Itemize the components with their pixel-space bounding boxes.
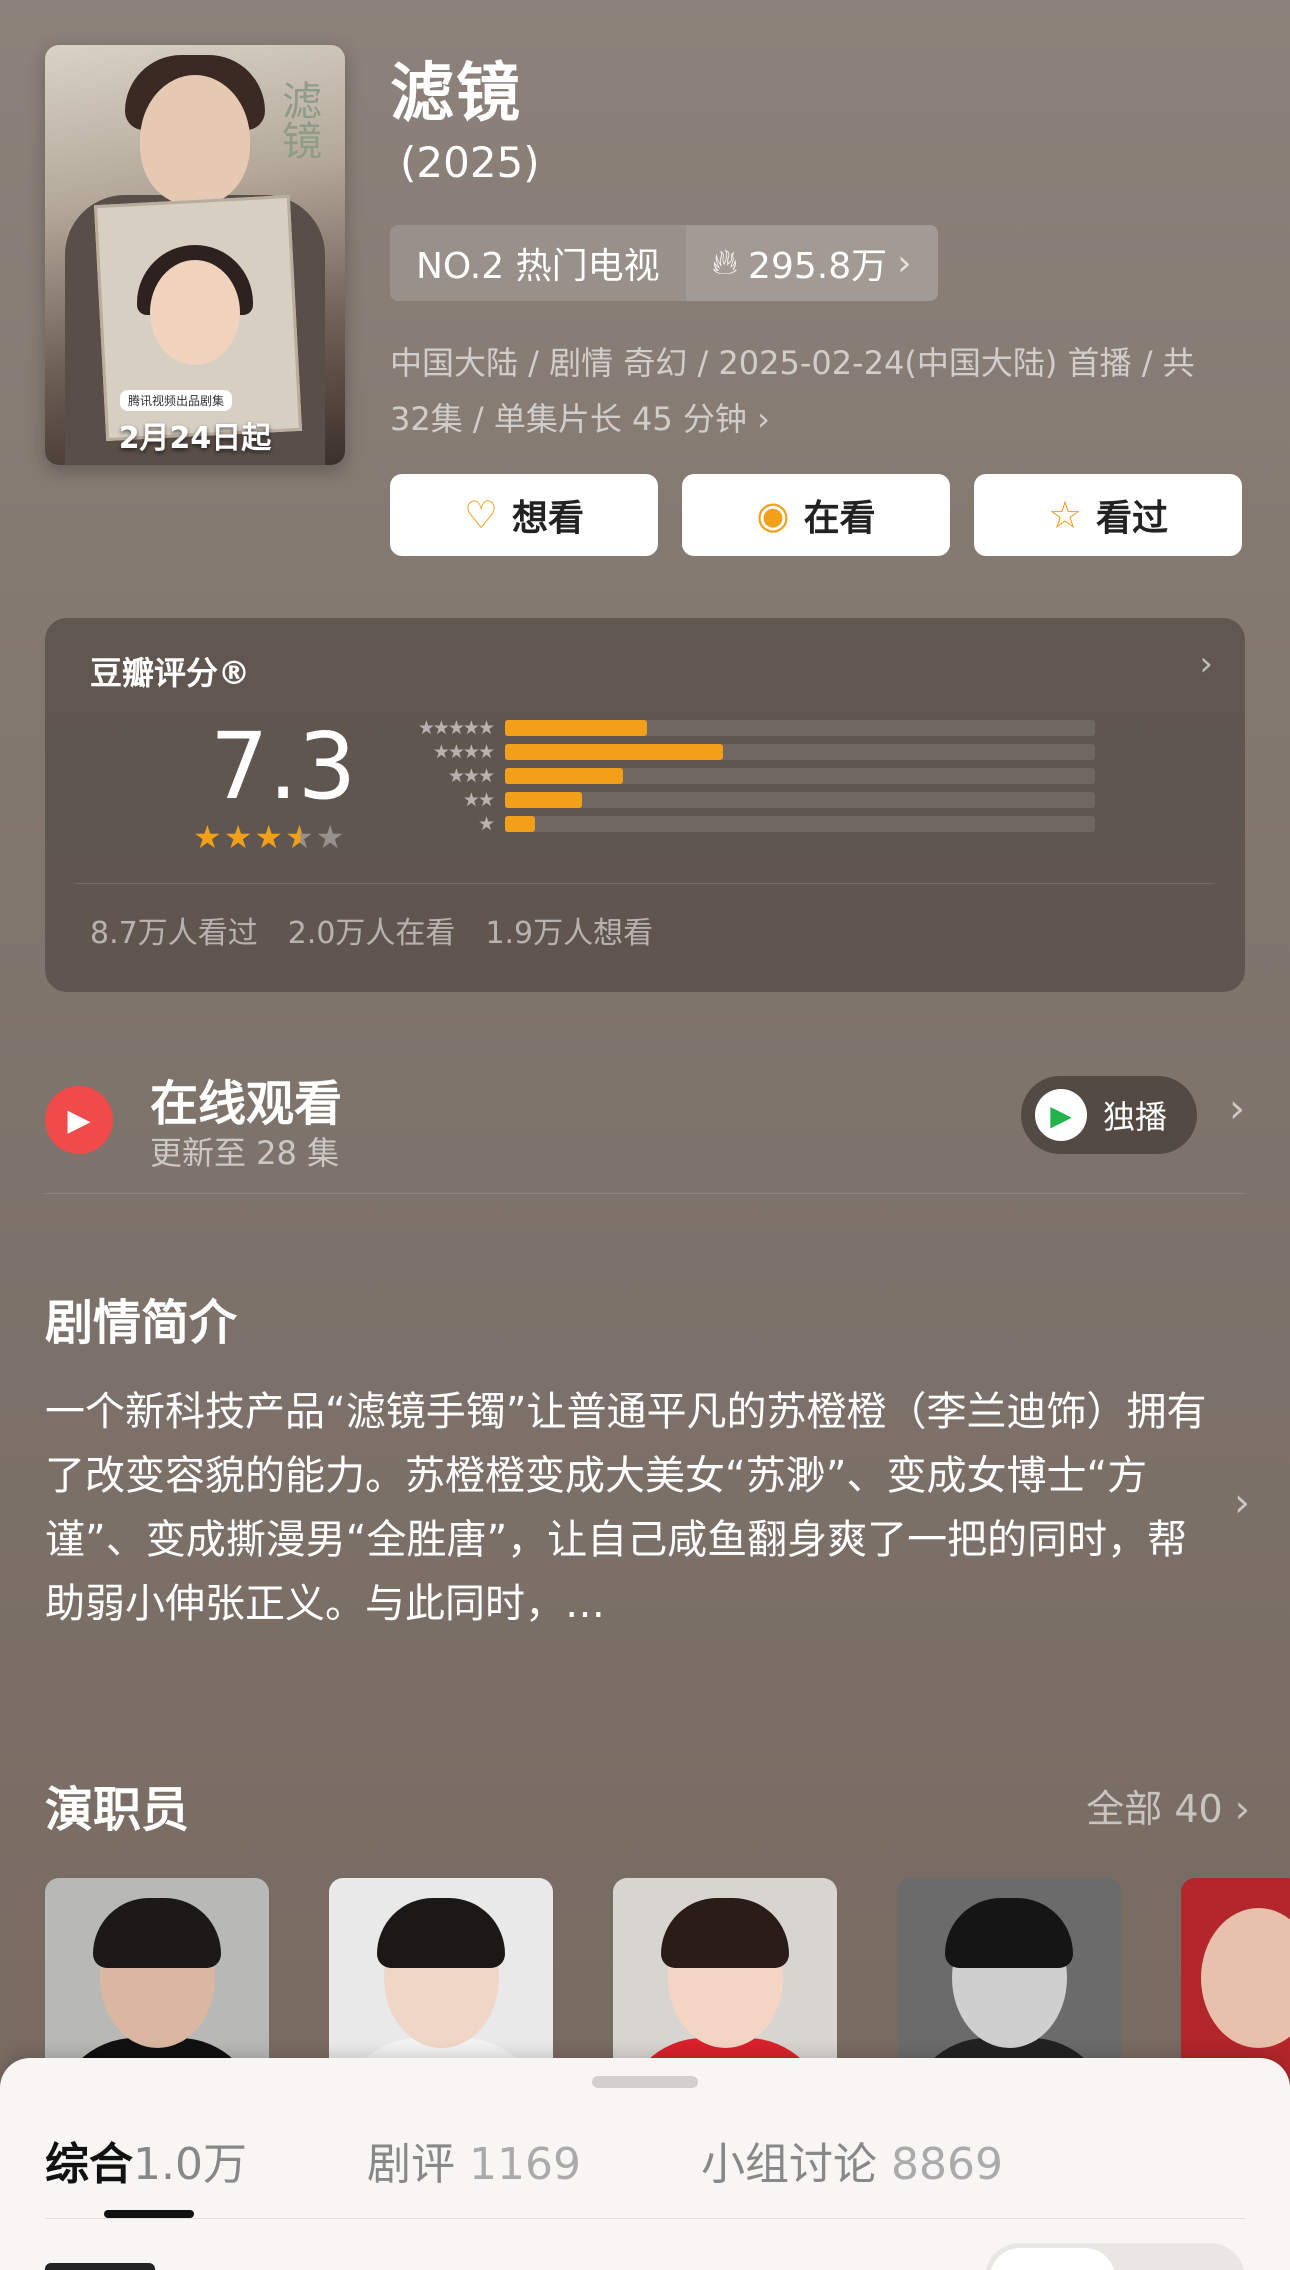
chevron-right-icon: › [757,400,770,438]
chevron-right-icon: › [1229,1086,1245,1132]
star-outline-icon: ☆ [1047,493,1083,537]
rating-stars: ★★★★★ [193,818,346,856]
target-icon: ◉ [756,493,790,537]
rating-bar-stars: ★★★ [447,765,495,787]
rating-bar-5: ★★★★★ [383,716,1095,740]
rating-stats: 8.7万人看过 2.0万人在看 1.9万人想看 [90,908,653,952]
release-year: (2025) [400,138,540,187]
online-watch-title: 在线观看 [150,1076,343,1132]
tab-discussions[interactable]: 小组讨论 8869 [701,2128,1003,2192]
sort-toggle[interactable] [985,2243,1245,2270]
watching-label: 在看 [803,498,876,539]
heat-value: 295.8万 [748,246,888,287]
chevron-right-icon[interactable]: › [1234,1480,1250,1526]
cast-all-label: 全部 40 [1086,1787,1223,1831]
tencent-video-icon: ▶ [1034,1089,1087,1141]
rating-bar-stars: ★★ [462,789,495,811]
star-empty-icon: ★ [315,818,347,856]
platform-label: 独播 [1102,1098,1167,1136]
rating-bar-4: ★★★★ [383,740,1095,764]
tab-count: 1169 [468,2139,581,2190]
chevron-right-icon: › [897,242,912,284]
online-watch-row[interactable]: ▶ 在线观看 更新至 28 集 ▶ 独播 › [45,1060,1245,1194]
watching-count: 2.0万人在看 [287,916,456,951]
sheet-divider [45,2218,1245,2219]
tab-count: 8869 [890,2139,1003,2190]
meta-line-1: 中国大陆 / 剧情 奇幻 / 2025-02-24(中国大陆) 首播 / 共 [390,344,1195,382]
poster-image[interactable]: 滤镜 腾讯视频出品剧集 2月24日起 [45,45,345,465]
heat-value-box: 🔥︎ 295.8万 › [685,225,938,301]
rating-distribution: ★★★★★ ★★★★ ★★★ ★★ ★ [383,716,1095,836]
rank-badge[interactable]: NO.2 热门电视 🔥︎ 295.8万 › [390,225,938,301]
star-full-icon: ★ [254,818,286,856]
drag-handle[interactable] [592,2076,698,2088]
tab-label: 剧评 [366,2139,455,2190]
tab-count: 1.0万 [133,2139,247,2190]
rating-bar-fill [505,792,582,808]
star-full-icon: ★ [223,818,255,856]
rating-bar-2: ★★ [383,788,1095,812]
poster-badge: 腾讯视频出品剧集 [120,390,233,411]
rating-bar-3: ★★★ [383,764,1095,788]
rating-bar-stars: ★★★★★ [417,717,495,739]
rating-bar-stars: ★★★★ [432,741,495,763]
active-tab-indicator [104,2210,194,2218]
tab-label: 小组讨论 [700,2139,877,2190]
star-half-icon: ★ [285,818,316,856]
online-watch-subtitle: 更新至 28 集 [150,1134,340,1172]
page: 滤镜 腾讯视频出品剧集 2月24日起 滤镜 (2025) NO.2 热门电视 🔥… [0,0,1290,2270]
star-full-icon: ★ [193,818,224,856]
watched-label: 看过 [1096,498,1169,539]
want-count: 1.9万人想看 [485,916,654,951]
rating-bar-stars: ★ [477,813,495,835]
tab-label: 综合 [45,2139,133,2190]
poster-vertical-title: 滤镜 [275,80,321,160]
synopsis-text[interactable]: 一个新科技产品“滤镜手镯”让普通平凡的苏橙橙（李兰迪饰）拥有了改变容貌的能力。苏… [45,1380,1215,1636]
watched-count: 8.7万人看过 [90,916,258,951]
rating-bar-fill [505,744,724,760]
want-to-watch-button[interactable]: ♡ 想看 [390,474,658,556]
platform-pill[interactable]: ▶ 独播 [1020,1076,1197,1154]
divider [45,1193,1245,1194]
rating-divider [75,883,1215,884]
meta-info[interactable]: 中国大陆 / 剧情 奇幻 / 2025-02-24(中国大陆) 首播 / 共 3… [390,335,1250,447]
watched-button[interactable]: ☆ 看过 [974,474,1242,556]
synopsis-title: 剧情简介 [45,1295,238,1351]
want-to-watch-label: 想看 [512,498,585,539]
rating-bar-fill [505,768,623,784]
bottom-sheet: 综合1.0万 剧评 1169 小组讨论 8869 [0,2058,1290,2270]
section-heading-cut [45,2263,155,2270]
tab-reviews[interactable]: 剧评 1169 [367,2128,581,2192]
meta-line-2: 32集 / 单集片长 45 分钟 [390,400,747,438]
poster-date: 2月24日起 [118,421,272,456]
heart-plus-icon: ♡ [463,493,499,537]
page-title: 滤镜 [390,57,522,131]
watching-button[interactable]: ◉ 在看 [682,474,950,556]
rating-label: 豆瓣评分® [90,654,251,692]
rank-label: NO.2 热门电视 [390,225,686,301]
rating-bar-fill [505,720,647,736]
cast-all-link[interactable]: 全部 40 › [1086,1778,1250,1833]
sheet-tabs: 综合1.0万 剧评 1169 小组讨论 8869 [45,2128,1003,2192]
cast-title: 演职员 [45,1782,190,1838]
chevron-right-icon: › [1234,1787,1250,1831]
rating-card[interactable]: 豆瓣评分® › 7.3 ★★★★★ ★★★★★ ★★★★ ★★★ ★★ ★ 8.… [45,618,1245,992]
play-icon: ▶ [45,1086,113,1154]
chevron-right-icon: › [1199,644,1213,684]
rating-score: 7.3 [210,713,357,820]
tab-overview[interactable]: 综合1.0万 [45,2128,247,2192]
rating-bar-1: ★ [383,812,1095,836]
action-buttons: ♡ 想看 ◉ 在看 ☆ 看过 [390,474,1242,556]
flame-icon: 🔥︎ [711,242,739,283]
rating-bar-fill [505,816,535,832]
